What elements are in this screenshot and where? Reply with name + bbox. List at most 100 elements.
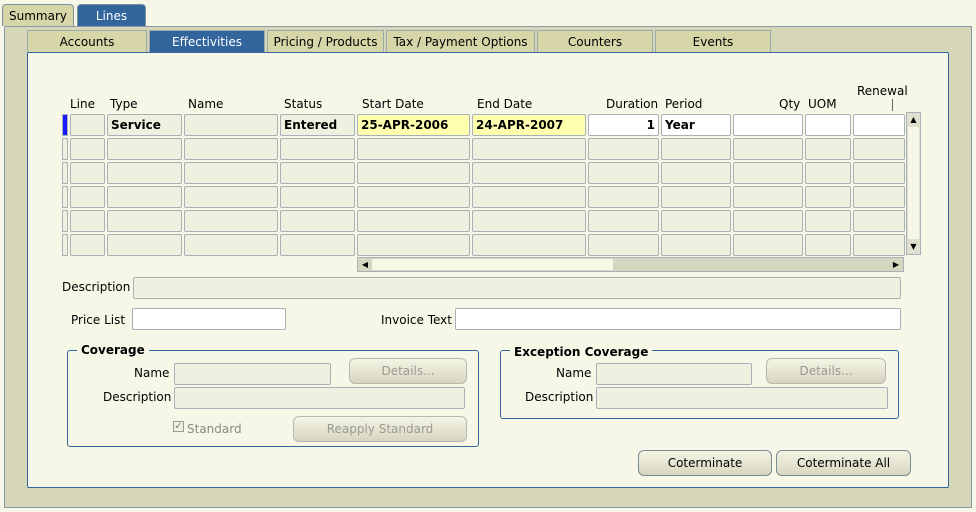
grid-cell-end-date[interactable]: 24-APR-2007 [472,114,586,136]
scroll-left-icon[interactable]: ◀ [359,259,371,270]
horizontal-scroll-thumb[interactable] [372,259,613,270]
grid-cell-line[interactable] [70,138,105,160]
tab-summary[interactable]: Summary [2,4,74,26]
exception-name-field[interactable] [596,363,752,385]
grid-cell-status[interactable] [280,138,355,160]
invoice-text-field[interactable] [455,308,901,330]
exception-details-button[interactable]: Details... [766,358,886,384]
vertical-scrollbar[interactable]: ▲ ▼ [906,112,921,255]
grid-cell-line[interactable] [70,114,105,136]
grid-cell-duration[interactable] [588,234,659,256]
coterminate-all-button[interactable]: Coterminate All [776,450,911,476]
description-field[interactable] [133,277,901,299]
tab-tax-payment-options[interactable]: Tax / Payment Options [386,30,535,52]
grid-cell-period[interactable] [661,210,731,232]
coverage-name-field[interactable] [174,363,331,385]
tab-events[interactable]: Events [655,30,771,52]
grid-cell-uom[interactable] [805,186,851,208]
price-list-field[interactable] [132,308,286,330]
row-indicator[interactable] [62,186,68,208]
grid-cell-status[interactable] [280,234,355,256]
grid-cell-start-date[interactable] [357,234,470,256]
grid-cell-uom[interactable] [805,162,851,184]
grid-cell-renewal[interactable] [853,114,905,136]
grid-cell-end-date[interactable] [472,186,586,208]
grid-cell-line[interactable] [70,234,105,256]
grid-cell-qty[interactable] [733,138,803,160]
grid-cell-uom[interactable] [805,210,851,232]
standard-checkbox[interactable]: ✓ [173,421,184,432]
grid-cell-end-date[interactable] [472,138,586,160]
tab-lines[interactable]: Lines [77,4,146,26]
grid-cell-name[interactable] [184,114,278,136]
grid-cell-renewal[interactable] [853,234,905,256]
tab-counters[interactable]: Counters [537,30,653,52]
row-indicator[interactable] [62,162,68,184]
grid-cell-type[interactable] [107,210,182,232]
grid-cell-renewal[interactable] [853,138,905,160]
grid-cell-name[interactable] [184,234,278,256]
grid-cell-duration[interactable] [588,138,659,160]
grid-cell-qty[interactable] [733,210,803,232]
grid-cell-duration[interactable]: 1 [588,114,659,136]
grid-cell-period[interactable] [661,138,731,160]
tab-effectivities[interactable]: Effectivities [149,30,265,52]
grid-cell-status[interactable] [280,162,355,184]
reapply-standard-button[interactable]: Reapply Standard [293,416,467,442]
grid-cell-qty[interactable] [733,186,803,208]
row-indicator[interactable] [62,234,68,256]
grid-cell-status[interactable]: Entered [280,114,355,136]
row-indicator[interactable] [62,114,68,136]
grid-cell-end-date[interactable] [472,162,586,184]
grid-cell-type[interactable]: Service [107,114,182,136]
grid-cell-start-date[interactable] [357,186,470,208]
grid-cell-name[interactable] [184,186,278,208]
grid-cell-period[interactable] [661,234,731,256]
horizontal-scrollbar[interactable]: ◀ ▶ [357,257,904,272]
grid-cell-line[interactable] [70,186,105,208]
grid-cell-end-date[interactable] [472,210,586,232]
tab-accounts[interactable]: Accounts [27,30,147,52]
grid-cell-uom[interactable] [805,114,851,136]
grid-cell-uom[interactable] [805,234,851,256]
grid-cell-renewal[interactable] [853,210,905,232]
grid-cell-start-date[interactable] [357,162,470,184]
scroll-up-icon[interactable]: ▲ [908,114,919,125]
tab-pricing-products[interactable]: Pricing / Products [267,30,384,52]
row-indicator[interactable] [62,138,68,160]
grid-cell-period[interactable] [661,186,731,208]
coverage-details-button[interactable]: Details... [349,358,467,384]
grid-cell-end-date[interactable] [472,234,586,256]
grid-cell-status[interactable] [280,210,355,232]
grid-cell-qty[interactable] [733,114,803,136]
grid-cell-renewal[interactable] [853,162,905,184]
grid-cell-period[interactable] [661,162,731,184]
scroll-down-icon[interactable]: ▼ [908,241,919,252]
grid-cell-type[interactable] [107,138,182,160]
grid-cell-type[interactable] [107,186,182,208]
grid-cell-name[interactable] [184,138,278,160]
grid-cell-start-date[interactable] [357,138,470,160]
scroll-right-icon[interactable]: ▶ [890,259,902,270]
grid-cell-qty[interactable] [733,162,803,184]
coterminate-button[interactable]: Coterminate [638,450,772,476]
coverage-description-field[interactable] [174,387,465,409]
grid-cell-duration[interactable] [588,210,659,232]
scroll-thumb[interactable] [908,127,919,239]
row-indicator[interactable] [62,210,68,232]
grid-cell-duration[interactable] [588,162,659,184]
grid-cell-status[interactable] [280,186,355,208]
grid-cell-start-date[interactable] [357,210,470,232]
grid-cell-name[interactable] [184,210,278,232]
grid-cell-name[interactable] [184,162,278,184]
grid-cell-type[interactable] [107,162,182,184]
grid-cell-period[interactable]: Year [661,114,731,136]
grid-cell-start-date[interactable]: 25-APR-2006 [357,114,470,136]
grid-cell-line[interactable] [70,162,105,184]
grid-cell-uom[interactable] [805,138,851,160]
grid-cell-type[interactable] [107,234,182,256]
grid-cell-duration[interactable] [588,186,659,208]
grid-cell-line[interactable] [70,210,105,232]
exception-description-field[interactable] [596,387,888,409]
grid-cell-qty[interactable] [733,234,803,256]
